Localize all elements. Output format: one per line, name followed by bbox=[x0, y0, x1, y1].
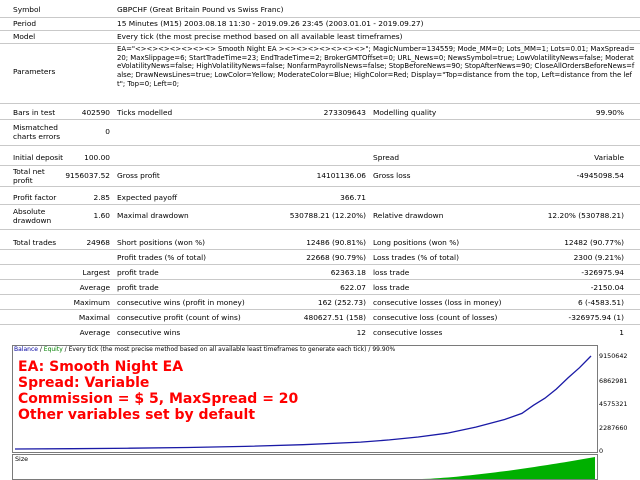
relative-drawdown-label: Relative drawdown bbox=[373, 211, 444, 220]
overlay-line-4: Other variables set by default bbox=[18, 407, 256, 423]
long-positions-value: 12482 (90.77%) bbox=[564, 238, 624, 247]
max-consecutive-losses-label: consecutive losses (loss in money) bbox=[373, 298, 502, 307]
chart-header-balance: Balance bbox=[14, 346, 38, 353]
chart-overlay-text: EA: Smooth Night EA Spread: Variable Com… bbox=[18, 359, 298, 423]
y-tick-label: 9150642 bbox=[599, 352, 628, 360]
average-loss-label: loss trade bbox=[373, 283, 410, 292]
chart-header: Balance / Equity / Every tick (the most … bbox=[14, 346, 395, 353]
expected-payoff-value: 366.71 bbox=[340, 193, 366, 202]
profit-trades-label: Profit trades (% of total) bbox=[117, 253, 207, 262]
profit-factor-value: 2.85 bbox=[93, 193, 110, 202]
deposit-value: 100.00 bbox=[84, 153, 110, 162]
avg-consecutive-wins-label: consecutive wins bbox=[117, 328, 181, 337]
size-chart-svg bbox=[421, 457, 595, 479]
bars-label: Bars in test bbox=[13, 108, 56, 117]
size-label: Size bbox=[15, 455, 29, 463]
avg-consecutive-losses-value: 1 bbox=[619, 328, 624, 337]
avg-consecutive-losses-label: consecutive losses bbox=[373, 328, 443, 337]
maximal-consecutive-profit-value: 480627.51 (158) bbox=[303, 313, 366, 322]
spread-label: Spread bbox=[373, 153, 400, 162]
spread-value: Variable bbox=[594, 153, 624, 162]
maximal-drawdown-value: 530788.21 (12.20%) bbox=[289, 211, 366, 220]
relative-drawdown-value: 12.20% (530788.21) bbox=[547, 211, 624, 220]
ticks-value: 273309643 bbox=[323, 108, 366, 117]
ticks-label: Ticks modelled bbox=[117, 108, 173, 117]
average2-label: Average bbox=[79, 328, 110, 337]
loss-trades-label: Loss trades (% of total) bbox=[373, 253, 459, 262]
largest-loss-value: -326975.94 bbox=[581, 268, 624, 277]
largest-label: Largest bbox=[82, 268, 110, 277]
expected-payoff-label: Expected payoff bbox=[117, 193, 178, 202]
parameters-label: Parameters bbox=[13, 67, 56, 76]
maximal-consecutive-loss-label: consecutive loss (count of losses) bbox=[373, 313, 498, 322]
gross-loss-value: -4945098.54 bbox=[576, 171, 624, 180]
deposit-label: Initial deposit bbox=[13, 153, 64, 162]
model-label: Model bbox=[13, 32, 36, 41]
profit-factor-label: Profit factor bbox=[13, 193, 57, 202]
period-value: 15 Minutes (M15) 2003.08.18 11:30 - 2019… bbox=[117, 19, 424, 28]
absolute-drawdown-value: 1.60 bbox=[93, 211, 110, 220]
overlay-line-2: Spread: Variable bbox=[18, 375, 150, 391]
largest-loss-label: loss trade bbox=[373, 268, 410, 277]
avg-consecutive-wins-value: 12 bbox=[356, 328, 366, 337]
y-tick-label: 6862981 bbox=[599, 377, 628, 385]
model-value: Every tick (the most precise method base… bbox=[117, 32, 403, 41]
short-positions-label: Short positions (won %) bbox=[117, 238, 206, 247]
size-panel bbox=[12, 454, 598, 480]
total-trades-label: Total trades bbox=[13, 238, 57, 247]
average-label: Average bbox=[79, 283, 110, 292]
symbol-value: GBPCHF (Great Britain Pound vs Swiss Fra… bbox=[117, 5, 284, 14]
quality-label: Modelling quality bbox=[373, 108, 437, 117]
average-profit-value: 622.07 bbox=[340, 283, 366, 292]
quality-value: 99.90% bbox=[595, 108, 624, 117]
maximum-label: Maximum bbox=[73, 298, 110, 307]
y-tick-label: 2287660 bbox=[599, 424, 628, 432]
largest-profit-value: 62363.18 bbox=[330, 268, 366, 277]
short-positions-value: 12486 (90.81%) bbox=[306, 238, 366, 247]
total-trades-value: 24968 bbox=[86, 238, 110, 247]
max-consecutive-wins-value: 162 (252.73) bbox=[317, 298, 366, 307]
maximal-drawdown-label: Maximal drawdown bbox=[117, 211, 189, 220]
loss-trades-value: 2300 (9.21%) bbox=[573, 253, 624, 262]
y-tick-label: 4575321 bbox=[599, 400, 628, 408]
symbol-label: Symbol bbox=[13, 5, 41, 14]
largest-profit-label: profit trade bbox=[117, 268, 159, 277]
chart-header-rest: / Every tick (the most precise method ba… bbox=[62, 346, 396, 353]
mismatch-value: 0 bbox=[105, 127, 110, 136]
maximal-consecutive-loss-value: -326975.94 (1) bbox=[568, 313, 624, 322]
chart-header-equity: Equity bbox=[43, 346, 63, 353]
maximal-consecutive-profit-label: consecutive profit (count of wins) bbox=[117, 313, 241, 322]
gross-profit-value: 14101136.06 bbox=[316, 171, 366, 180]
overlay-line-1: EA: Smooth Night EA bbox=[18, 359, 184, 375]
long-positions-label: Long positions (won %) bbox=[373, 238, 460, 247]
period-label: Period bbox=[13, 19, 37, 28]
profit-trades-value: 22668 (90.79%) bbox=[306, 253, 366, 262]
size-area bbox=[421, 457, 595, 479]
y-tick-label: 0 bbox=[599, 447, 604, 455]
max-consecutive-wins-label: consecutive wins (profit in money) bbox=[117, 298, 245, 307]
maximal-label: Maximal bbox=[78, 313, 110, 322]
max-consecutive-losses-value: 6 (-4583.51) bbox=[577, 298, 624, 307]
gross-loss-label: Gross loss bbox=[373, 171, 411, 180]
average-profit-label: profit trade bbox=[117, 283, 159, 292]
parameters-value: EA="<><><><><><><> Smooth Night EA ><><>… bbox=[117, 45, 635, 88]
bars-value: 402590 bbox=[81, 108, 110, 117]
gross-profit-label: Gross profit bbox=[117, 171, 160, 180]
overlay-line-3: Commission = $ 5, MaxSpread = 20 bbox=[18, 391, 299, 407]
average-loss-value: -2150.04 bbox=[590, 283, 624, 292]
net-profit-value: 9156037.52 bbox=[65, 171, 110, 180]
